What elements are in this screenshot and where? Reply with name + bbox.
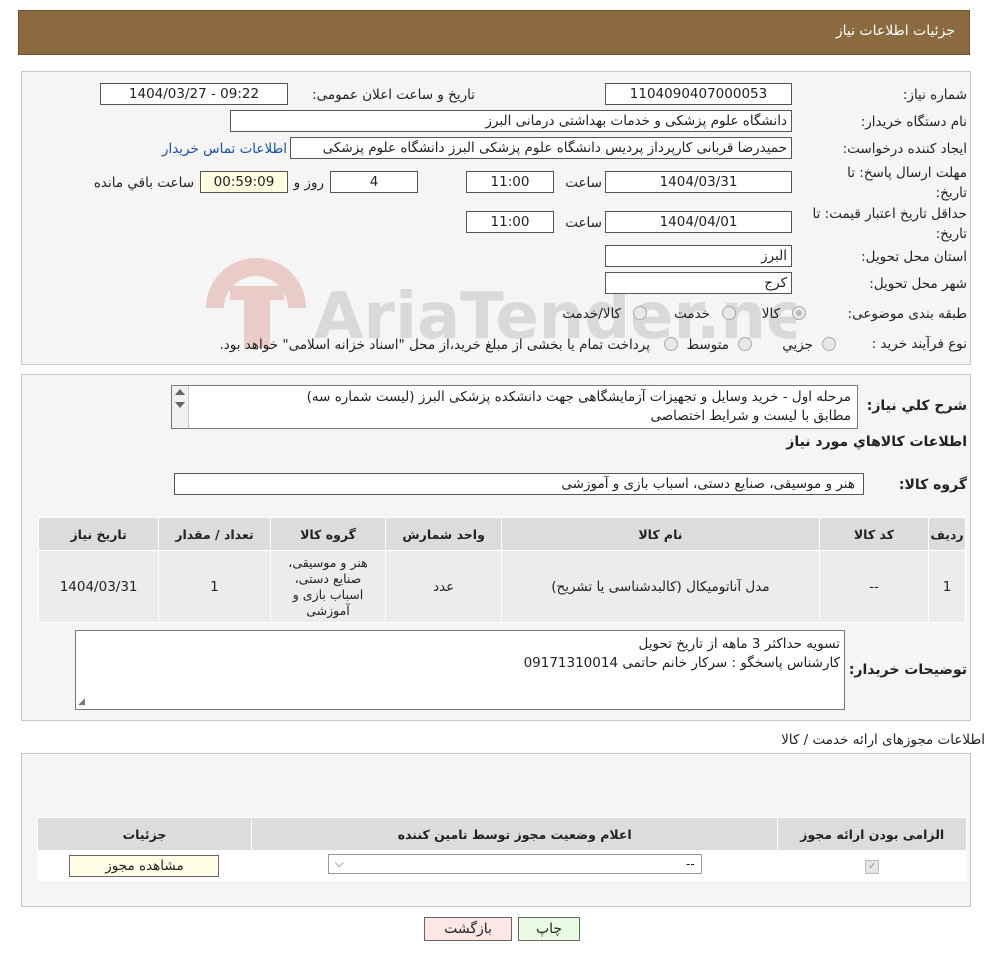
- col-permit-details: جزئیات: [37, 817, 252, 851]
- process-radio-partial[interactable]: [822, 337, 836, 351]
- process-radio-medium[interactable]: [738, 337, 752, 351]
- permit-status-select[interactable]: ⌵ --: [327, 853, 702, 874]
- col-group: گروه کالا: [269, 517, 387, 551]
- col-row: ردیف: [928, 517, 966, 551]
- buyer-notes-line2: کارشناس پاسخگو : سرکار خانم حاتمی 091713…: [523, 655, 840, 671]
- category-radio-goods[interactable]: [792, 306, 806, 320]
- resize-grip-icon[interactable]: ◢: [78, 697, 85, 707]
- deadline-date-field: 1404/03/31: [605, 171, 792, 193]
- province-label: استان محل تحویل:: [861, 249, 967, 265]
- need-description-line1: مرحله اول - خرید وسایل و تجهیزات آزمایشگ…: [306, 389, 851, 405]
- cell-group-line3: اسباب بازی و: [292, 586, 364, 602]
- cell-group-line1: هنر و موسیقی،: [288, 554, 368, 570]
- announce-date-label: تاریخ و ساعت اعلان عمومی:: [312, 87, 475, 103]
- cell-name: مدل آناتومیکال (کالبدشناسی یا تشریح): [500, 550, 820, 623]
- city-field: کرج: [605, 272, 792, 294]
- remaining-time-label: ساعت باقي مانده: [93, 175, 194, 191]
- deadline-label: مهلت ارسال پاسخ: تا تاریخ:: [847, 165, 967, 201]
- cell-permit-required: ✓: [777, 850, 967, 881]
- buyer-contact-link[interactable]: اطلاعات تماس خریدار: [162, 141, 287, 157]
- need-description-line2: مطابق با لیست و شرایط اختصاصی: [650, 408, 851, 424]
- price-validity-time-label: ساعت: [565, 215, 602, 231]
- cell-permit-status: ⌵ --: [250, 850, 779, 881]
- scroll-down-icon[interactable]: [175, 402, 185, 408]
- summary-title-label: شرح کلي نياز:: [866, 398, 967, 414]
- category-option-goods-service: کالا/خدمت: [562, 306, 621, 322]
- cell-date: 1404/03/31: [37, 550, 160, 623]
- need-number-field: 1104090407000053: [605, 83, 792, 105]
- price-validity-time-field: 11:00: [466, 211, 554, 233]
- table-row: 1 -- مدل آناتومیکال (کالبدشناسی یا تشریح…: [37, 550, 966, 623]
- process-option-partial: جزیي: [782, 337, 813, 353]
- process-treasury-checkbox[interactable]: [664, 337, 678, 351]
- description-scrollbar[interactable]: [172, 386, 189, 428]
- table-row: ✓ ⌵ -- مشاهده مجوز: [37, 850, 967, 881]
- cell-group: هنر و موسیقی، صنایع دستی، اسباب بازی و آ…: [269, 550, 387, 623]
- buyer-notes-textarea[interactable]: تسویه حداکثر 3 ماهه از تاریخ تحویل کارشن…: [75, 630, 845, 710]
- goods-group-label: گروه کالا:: [898, 477, 967, 493]
- permits-table: الزامی بودن ارائه مجوز اعلام وضعیت مجوز …: [37, 817, 967, 881]
- cell-unit: عدد: [385, 550, 502, 623]
- buyer-field: دانشگاه علوم پزشکی و خدمات بهداشتی درمان…: [230, 110, 792, 132]
- goods-section-title: اطلاعات کالاهاي مورد نياز: [786, 434, 967, 450]
- page-title: جزئیات اطلاعات نیاز: [835, 23, 955, 39]
- process-option-medium: متوسط: [686, 337, 729, 353]
- days-remaining-field: 4: [330, 171, 418, 193]
- goods-table: ردیف کد کالا نام کالا واحد شمارش گروه کا…: [37, 517, 966, 623]
- province-field: البرز: [605, 245, 792, 267]
- view-permit-button[interactable]: مشاهده مجوز: [69, 854, 220, 877]
- category-radio-goods-service[interactable]: [633, 306, 647, 320]
- cell-qty: 1: [158, 550, 271, 623]
- category-option-goods: کالا: [761, 306, 780, 322]
- page-header: جزئیات اطلاعات نیاز: [18, 10, 970, 55]
- col-date: تاریخ نیاز: [37, 517, 160, 551]
- price-validity-date-field: 1404/04/01: [605, 211, 792, 233]
- category-option-service: خدمت: [674, 306, 710, 322]
- creator-field: حمیدرضا قربانی کارپرداز پردیس دانشگاه عل…: [290, 137, 792, 159]
- print-button[interactable]: چاپ: [518, 917, 580, 941]
- need-number-label: شماره نیاز:: [902, 87, 967, 103]
- buyer-label: نام دستگاه خریدار:: [860, 114, 967, 130]
- deadline-time-field: 11:00: [466, 171, 554, 193]
- cell-code: --: [818, 550, 930, 623]
- col-name: نام کالا: [500, 517, 820, 551]
- city-label: شهر محل تحویل:: [869, 276, 967, 292]
- process-treasury-note: پرداخت تمام یا بخشی از مبلغ خرید،از محل …: [219, 337, 650, 353]
- remaining-time-field: 00:59:09: [200, 171, 288, 193]
- col-qty: تعداد / مقدار: [158, 517, 271, 551]
- category-radio-service[interactable]: [722, 306, 736, 320]
- cell-permit-details: مشاهده مجوز: [37, 850, 252, 881]
- price-validity-label: حداقل تاریخ اعتبار قیمت: تا تاریخ:: [812, 206, 967, 242]
- deadline-time-label: ساعت: [565, 175, 602, 191]
- days-label: روز و: [293, 175, 324, 191]
- scroll-up-icon[interactable]: [175, 389, 185, 395]
- process-type-label: نوع فرآیند خرید :: [871, 336, 967, 352]
- col-permit-required: الزامی بودن ارائه مجوز: [777, 817, 967, 851]
- cell-group-line4: آموزشی: [306, 602, 350, 618]
- cell-group-line2: صنایع دستی،: [294, 570, 362, 586]
- col-permit-status: اعلام وضعیت مجوز توسط تامین کننده: [250, 817, 779, 851]
- buyer-notes-line1: تسویه حداکثر 3 ماهه از تاریخ تحویل: [638, 636, 840, 652]
- creator-label: ایجاد کننده درخواست:: [842, 141, 967, 157]
- permit-status-value: --: [686, 856, 695, 871]
- category-label: طبقه بندی موضوعی:: [847, 306, 967, 322]
- back-button[interactable]: بازگشت: [424, 917, 512, 941]
- permits-title: اطلاعات مجوزهای ارائه خدمت / کالا: [781, 732, 985, 748]
- announce-date-field: 1404/03/27 - 09:22: [100, 83, 288, 105]
- need-description-textarea[interactable]: مرحله اول - خرید وسایل و تجهیزات آزمایشگ…: [171, 385, 858, 429]
- goods-group-field: هنر و موسیقی، صنایع دستی، اسباب بازی و آ…: [174, 473, 864, 495]
- buyer-notes-label: توضیحات خریدار:: [848, 662, 967, 678]
- permit-required-checkbox[interactable]: ✓: [865, 860, 880, 874]
- cell-row: 1: [928, 550, 966, 623]
- col-code: کد کالا: [818, 517, 930, 551]
- chevron-down-icon: ⌵: [334, 855, 344, 870]
- col-unit: واحد شمارش: [385, 517, 502, 551]
